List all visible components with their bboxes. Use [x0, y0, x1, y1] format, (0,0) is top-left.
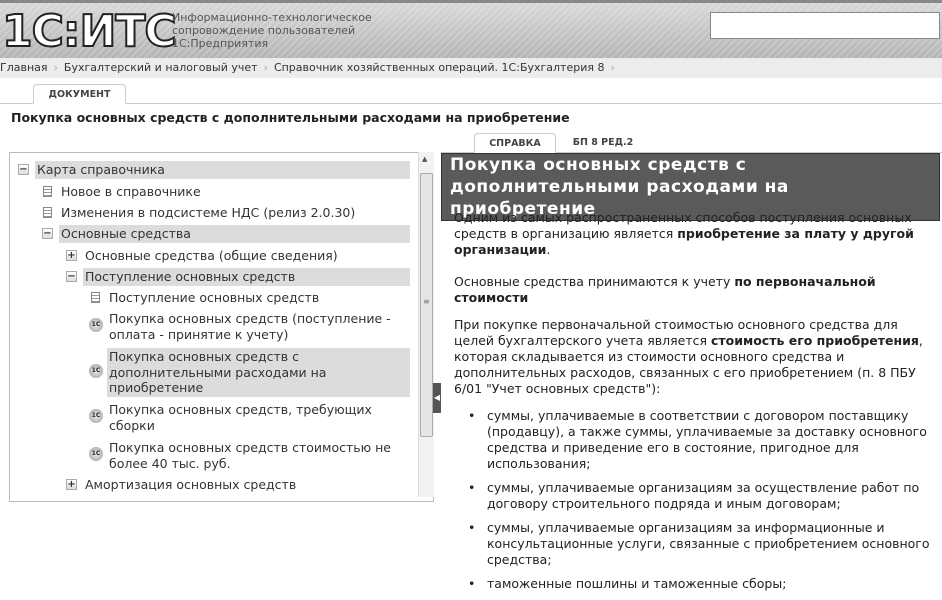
document-icon: [43, 207, 52, 218]
tab-help[interactable]: СПРАВКА: [474, 133, 556, 153]
tree-item-label: Основные средства (общие сведения): [85, 248, 338, 263]
breadcrumb-accounting[interactable]: Бухгалтерский и налоговый учет: [64, 61, 258, 74]
collapse-icon[interactable]: −: [66, 271, 77, 282]
tree-item-label: Амортизация основных средств: [85, 477, 297, 492]
list-item: суммы, уплачиваемые организациям за инфо…: [454, 520, 936, 568]
tree-item-label: Поступление основных средств: [109, 290, 320, 305]
logo-subtitle: Информационно-технологическое сопровожде…: [172, 11, 372, 50]
list-item-line: подряда и иным договорам;: [654, 496, 841, 511]
expand-icon[interactable]: +: [66, 479, 77, 490]
breadcrumb-home[interactable]: Главная: [0, 61, 48, 74]
1c-logo-icon: 1C: [89, 318, 103, 332]
paragraph: Одним из самых распространенных способов…: [454, 210, 914, 257]
1c-logo-icon: 1C: [89, 447, 103, 461]
page-title: Покупка основных средств с дополнительны…: [11, 110, 570, 125]
cost-list: суммы, уплачиваемые в соответствии с дог…: [454, 408, 936, 592]
1c-logo-icon: 1C: [89, 364, 103, 378]
collapse-panel-handle[interactable]: ◀: [433, 383, 441, 413]
tree-item-label: Изменения в подсистеме НДС (релиз 2.0.30…: [61, 205, 356, 220]
chevron-right-icon: ›: [53, 61, 58, 74]
collapse-icon[interactable]: −: [42, 228, 53, 239]
tree-item-label: Покупка основных средств стоимостью не б…: [109, 440, 391, 471]
scroll-up-icon[interactable]: ▲: [422, 155, 427, 163]
1c-logo-icon: 1C: [89, 409, 103, 423]
grip-icon: ≡: [423, 297, 430, 306]
subtitle-line: Информационно-технологическое: [172, 11, 372, 24]
tab-bp8[interactable]: БП 8 РЕД.2: [566, 133, 640, 153]
tree-scrollbar[interactable]: ▲ ≡: [418, 152, 434, 497]
paragraph: При покупке первоначальной стоимостью ос…: [454, 317, 936, 397]
paragraph-text: является: [647, 333, 711, 348]
paragraph-text: Основные средства принимаются к учету: [454, 274, 735, 289]
list-item: суммы, уплачиваемые в соответствии с дог…: [454, 408, 936, 472]
tree-item-label: Карта справочника: [35, 161, 410, 179]
chevron-right-icon: ›: [263, 61, 268, 74]
collapse-icon[interactable]: −: [18, 164, 29, 175]
tree-item-label: Покупка основных средств (поступление - …: [109, 311, 391, 342]
search-input[interactable]: [710, 12, 940, 39]
document-icon: [43, 186, 52, 197]
tree-item-label: Поступление основных средств: [83, 268, 410, 286]
chevron-right-icon: ›: [610, 61, 615, 74]
document-icon: [91, 292, 100, 303]
bold-text: стоимость его приобретения: [711, 333, 919, 348]
paragraph: Основные средства принимаются к учету по…: [454, 274, 936, 306]
scrollbar-thumb[interactable]: ≡: [420, 173, 433, 437]
subtitle-line: сопровождение пользователей: [172, 24, 356, 37]
breadcrumb: Главная › Бухгалтерский и налоговый учет › С…: [0, 58, 942, 78]
tab-document[interactable]: ДОКУМЕНТ: [33, 84, 126, 104]
expand-icon[interactable]: +: [66, 250, 77, 261]
list-item: таможенные пошлины и таможенные сборы;: [454, 576, 936, 592]
tree-item-label: Покупка основных средств, требующих сбор…: [109, 402, 372, 433]
list-item-line: таможенные пошлины и таможенные сборы;: [487, 576, 787, 591]
document-tabs: [0, 84, 942, 104]
subtitle-line: 1С:Предприятия: [172, 37, 269, 50]
tree-item-label: Основные средства: [59, 225, 410, 243]
tree-item-label: Покупка основных средств с дополнительны…: [107, 348, 410, 397]
its-logo[interactable]: 1С:ИТС: [1, 6, 178, 58]
paragraph-text: "Учет основных средств"):: [486, 381, 661, 396]
breadcrumb-reference[interactable]: Справочник хозяйственных операций. 1С:Бу…: [274, 61, 605, 74]
site-header: 1С:ИТС Информационно-технологическое соп…: [0, 0, 942, 58]
list-item: суммы, уплачиваемые организациям за осущ…: [454, 480, 936, 512]
article-body: Одним из самых распространенных способов…: [454, 210, 936, 600]
tree-item-label: Новое в справочнике: [61, 184, 201, 199]
